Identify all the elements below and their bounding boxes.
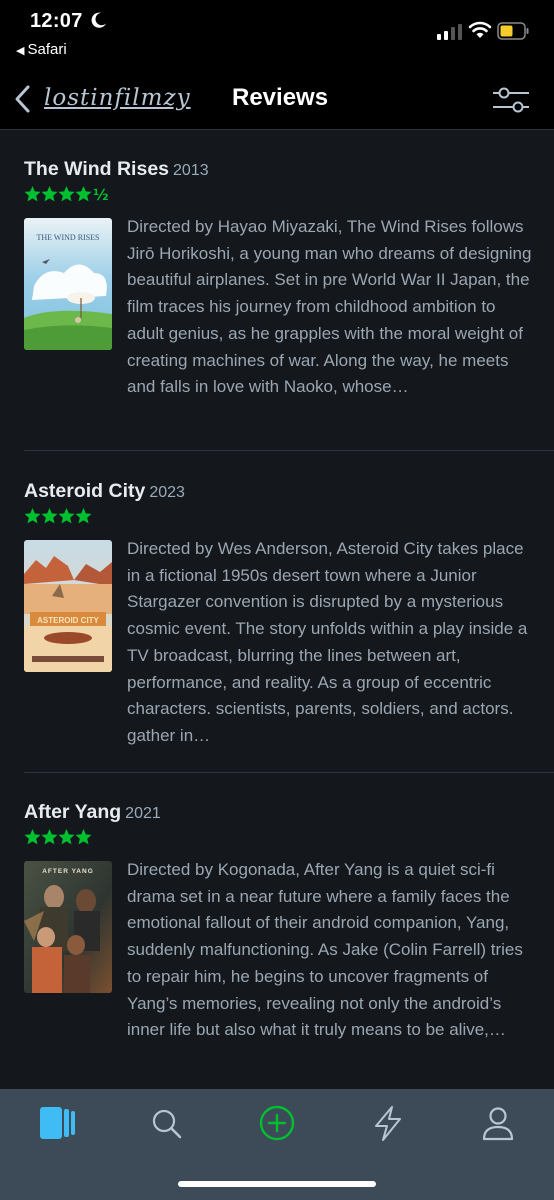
back-app-label: Safari xyxy=(27,41,67,58)
activity-icon[interactable] xyxy=(366,1103,410,1143)
divider xyxy=(24,450,554,451)
film-title[interactable]: Asteroid City xyxy=(24,480,145,502)
star-rating xyxy=(24,508,92,524)
signal-icon xyxy=(437,24,462,40)
review-title-line: The Wind Rises 2013 xyxy=(24,158,209,181)
film-title[interactable]: The Wind Rises xyxy=(24,158,169,180)
star-icon xyxy=(58,508,75,524)
star-icon xyxy=(75,508,92,524)
add-icon[interactable] xyxy=(255,1103,299,1143)
film-poster[interactable]: AFTER YANG xyxy=(24,861,112,993)
star-rating: ½ xyxy=(24,186,109,204)
star-icon xyxy=(58,186,75,202)
review-text[interactable]: Directed by Kogonada, After Yang is a qu… xyxy=(127,857,533,1044)
username-link[interactable]: lostinfilmzy xyxy=(44,85,191,111)
back-to-safari[interactable]: ◀ Safari xyxy=(16,41,67,58)
film-poster[interactable]: THE WIND RISES xyxy=(24,218,112,350)
divider xyxy=(24,772,554,773)
status-time: 12:07 xyxy=(30,10,83,32)
film-title[interactable]: After Yang xyxy=(24,801,121,823)
review-title-line: After Yang 2021 xyxy=(24,801,161,824)
review-title-line: Asteroid City 2023 xyxy=(24,480,185,503)
star-icon xyxy=(75,829,92,845)
filter-sliders-icon[interactable] xyxy=(490,84,532,116)
review-text[interactable]: Directed by Hayao Miyazaki, The Wind Ris… xyxy=(127,214,533,401)
star-icon xyxy=(58,829,75,845)
star-icon xyxy=(41,508,58,524)
wifi-icon xyxy=(468,21,492,38)
moon-icon xyxy=(91,12,107,28)
star-icon xyxy=(24,186,41,202)
star-icon xyxy=(24,508,41,524)
poster-title-text: AFTER YANG xyxy=(42,868,94,875)
nav-header: lostinfilmzy Reviews xyxy=(0,72,554,130)
star-rating xyxy=(24,829,92,845)
status-bar: 12:07 ◀ Safari xyxy=(0,0,554,72)
films-icon[interactable] xyxy=(34,1103,78,1143)
profile-icon[interactable] xyxy=(476,1103,520,1143)
film-year[interactable]: 2013 xyxy=(173,162,209,179)
film-year[interactable]: 2021 xyxy=(125,805,161,822)
search-icon[interactable] xyxy=(144,1103,188,1143)
back-chevron-icon[interactable] xyxy=(12,84,34,114)
poster-title-text: THE WIND RISES xyxy=(37,233,100,242)
battery-icon xyxy=(497,22,529,40)
home-indicator[interactable] xyxy=(178,1181,376,1187)
half-star-glyph: ½ xyxy=(93,186,109,204)
star-icon xyxy=(75,186,92,202)
star-icon xyxy=(24,829,41,845)
star-icon xyxy=(41,186,58,202)
star-icon xyxy=(41,829,58,845)
film-year[interactable]: 2023 xyxy=(149,484,185,501)
page-title: Reviews xyxy=(232,84,329,111)
film-poster[interactable]: ASTEROID CITY xyxy=(24,540,112,672)
review-text[interactable]: Directed by Wes Anderson, Asteroid City … xyxy=(127,536,533,750)
poster-title-text: ASTEROID CITY xyxy=(37,616,99,625)
